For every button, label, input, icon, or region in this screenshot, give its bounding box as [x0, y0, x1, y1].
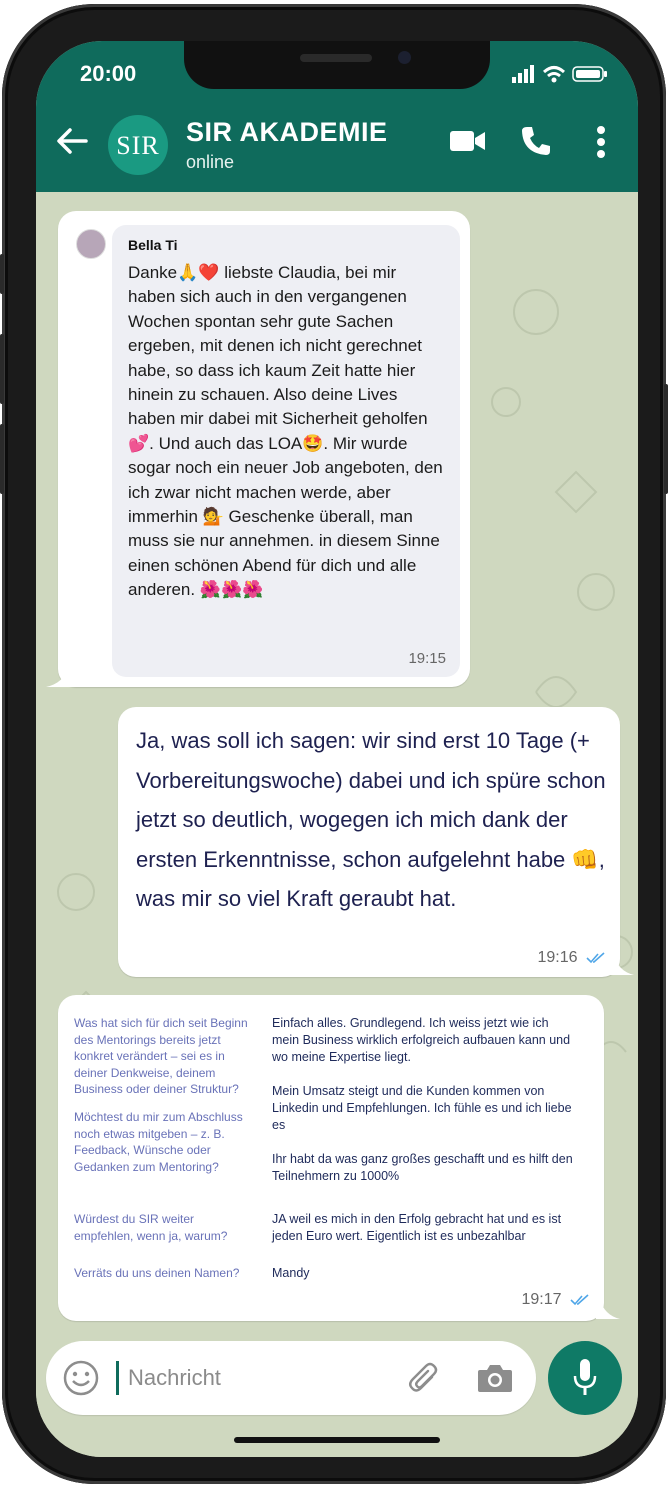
- text-cursor: [116, 1361, 119, 1395]
- avatar[interactable]: SIR: [108, 115, 168, 175]
- quoted-message: Bella Ti Danke🙏❤️ liebste Claudia, bei m…: [112, 225, 460, 677]
- question-text: Würdest du SIR weiter empfehlen, wenn ja…: [74, 1212, 228, 1243]
- camera-icon[interactable]: [476, 1361, 514, 1395]
- message-time: 19:15: [408, 650, 446, 667]
- battery-icon: [572, 66, 607, 82]
- mic-icon: [573, 1359, 597, 1395]
- outgoing-message[interactable]: Ja, was soll ich sagen: wir sind erst 10…: [118, 707, 620, 977]
- message-time: 19:16: [537, 949, 578, 966]
- bubble-tail: [610, 955, 634, 975]
- double-tick-icon: [586, 952, 605, 963]
- chat-status: online: [186, 152, 235, 172]
- answer-text: Einfach alles. Grundlegend. Ich weiss je…: [272, 1016, 572, 1132]
- message-text: Danke🙏❤️ liebste Claudia, bei mir haben …: [128, 263, 443, 600]
- question-text: Verräts du uns deinen Namen?: [74, 1266, 240, 1280]
- chat-header: 20:00 SIR SIR AKADEMIE online: [36, 41, 638, 192]
- outgoing-image-message[interactable]: Was hat sich für dich seit Beginn des Me…: [58, 995, 604, 1321]
- volume-down-button: [0, 424, 4, 494]
- message-input-bar[interactable]: Nachricht: [46, 1341, 536, 1415]
- speaker: [300, 54, 372, 62]
- screen: 20:00 SIR SIR AKADEMIE online Bella Ti D…: [36, 41, 638, 1457]
- message-input[interactable]: Nachricht: [128, 1365, 221, 1391]
- home-indicator[interactable]: [234, 1437, 440, 1443]
- volume-up-button: [0, 334, 4, 404]
- double-tick-icon: [570, 1294, 589, 1305]
- video-call-icon[interactable]: [450, 127, 486, 155]
- answer-text: Ihr habt da was ganz großes geschafft un…: [272, 1152, 573, 1183]
- answer-text: Mandy: [272, 1266, 310, 1280]
- phone-frame: 20:00 SIR SIR AKADEMIE online Bella Ti D…: [0, 4, 668, 1484]
- message-meta: 19:17: [522, 1291, 591, 1309]
- front-camera: [398, 51, 411, 64]
- power-button: [664, 384, 668, 494]
- signal-icon: [512, 65, 534, 83]
- wifi-icon: [542, 66, 566, 83]
- bubble-tail: [596, 1299, 620, 1319]
- back-arrow-icon[interactable]: [56, 127, 88, 155]
- sender-avatar: [76, 229, 106, 259]
- phone-icon[interactable]: [520, 125, 552, 157]
- more-vert-icon[interactable]: [596, 125, 606, 159]
- answer-text: JA weil es mich in den Erfolg gebracht h…: [272, 1212, 562, 1243]
- question-text: Was hat sich für dich seit Beginn des Me…: [74, 1016, 248, 1096]
- incoming-message[interactable]: Bella Ti Danke🙏❤️ liebste Claudia, bei m…: [58, 211, 470, 687]
- sender-name: Bella Ti: [128, 237, 178, 253]
- message-text: Ja, was soll ich sagen: wir sind erst 10…: [136, 728, 606, 912]
- emoji-icon[interactable]: [62, 1359, 100, 1397]
- bubble-tail: [46, 667, 76, 687]
- chat-title[interactable]: SIR AKADEMIE: [186, 117, 388, 148]
- mute-switch: [0, 254, 4, 294]
- question-text: Möchtest du mir zum Abschluss noch etwas…: [74, 1110, 243, 1174]
- message-time: 19:17: [521, 1291, 562, 1308]
- mic-button[interactable]: [548, 1341, 622, 1415]
- message-meta: 19:16: [538, 949, 607, 967]
- attach-icon[interactable]: [406, 1361, 442, 1397]
- notch: [184, 41, 490, 89]
- status-time: 20:00: [80, 61, 137, 86]
